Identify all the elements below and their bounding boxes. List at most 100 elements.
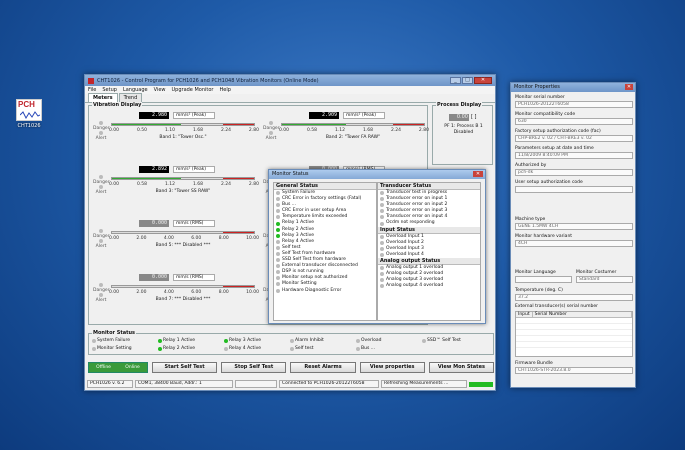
status-led-icon xyxy=(380,252,384,257)
stop-self-test-button[interactable]: Stop Self Test xyxy=(221,361,287,373)
refresh-progress xyxy=(469,381,493,387)
property-value[interactable]: PCH1026-20122T6058 xyxy=(515,101,633,108)
property-value[interactable]: GENE 1.5MW 4CH xyxy=(515,223,633,230)
property-value[interactable]: 630 xyxy=(515,118,633,125)
status-label: SSD™ Self Test xyxy=(427,338,461,343)
view-properties-button[interactable]: View properties xyxy=(359,361,425,373)
button-row: Offline Online Start Self Test Stop Self… xyxy=(88,360,495,374)
property-field: Monitor serial number PCH1026-20122T6058 xyxy=(515,95,633,108)
status-led-icon xyxy=(158,338,162,343)
status-version: PCH1026 v. 6.2 xyxy=(87,380,133,388)
status-led-icon xyxy=(380,203,384,208)
app-icon xyxy=(88,77,94,84)
scale-tick-label: 0.00 xyxy=(109,290,120,295)
language-field[interactable] xyxy=(515,276,572,283)
band-value: 2.892 xyxy=(139,166,169,173)
property-value[interactable] xyxy=(515,186,633,193)
online-toggle[interactable]: Offline Online xyxy=(88,361,148,373)
scale-tick-label: 1.12 xyxy=(164,182,175,187)
danger-label: Danger xyxy=(263,126,280,131)
process-unit: [ ] xyxy=(471,114,477,120)
property-field: Temperature (deg. C) 37.2 xyxy=(515,288,633,301)
start-self-test-button[interactable]: Start Self Test xyxy=(152,361,218,373)
status-led-icon xyxy=(92,338,96,343)
band-scale: 0.00 2.00 4.00 6.00 8.00 10.00 xyxy=(109,236,259,241)
status-led-icon xyxy=(276,221,280,226)
dialog-title: Monitor Status xyxy=(272,171,309,177)
menu-upgrade-monitor[interactable]: Upgrade Monitor xyxy=(172,87,214,93)
property-field: User setup authorization code xyxy=(515,180,633,193)
danger-zone xyxy=(392,124,424,125)
status-led-icon xyxy=(356,346,360,351)
serial-table-caption: External transducer(s) serial number xyxy=(515,304,633,310)
serial-table[interactable]: Input Serial Number xyxy=(515,311,633,357)
band-name: Band 5: *** Disabled *** xyxy=(155,243,211,248)
property-value[interactable]: 11/8/2009 8:40:09 PM xyxy=(515,152,633,159)
dialog-close-button[interactable]: ✕ xyxy=(473,171,483,177)
status-label: Monitor Setting xyxy=(97,346,132,351)
scale-tick-label: 6.00 xyxy=(191,290,202,295)
danger-label: Danger xyxy=(93,288,110,293)
costumer-field[interactable]: Standard xyxy=(576,276,633,283)
properties-title: Monitor Properties xyxy=(514,84,560,90)
menu-help[interactable]: Help xyxy=(219,87,230,93)
offline-option[interactable]: Offline xyxy=(96,365,111,370)
desktop-shortcut[interactable]: PCH CHT1026 xyxy=(14,99,44,129)
status-led-icon xyxy=(276,209,280,214)
status-label: Bus ... xyxy=(361,346,376,351)
monitor-status-item: System Failure xyxy=(92,338,130,343)
property-value[interactable]: CHT1026-STR-2023.8.0 xyxy=(515,367,633,374)
menu-view[interactable]: View xyxy=(154,87,166,93)
scale-tick-label: 0.00 xyxy=(109,236,120,241)
logo-text: PCH xyxy=(18,100,35,109)
close-button[interactable]: ✕ xyxy=(474,77,492,84)
property-field: Factory setup authorization code (fac) CH… xyxy=(515,129,633,142)
danger-dot-icon xyxy=(99,283,103,287)
scale-tick-label: 0.00 xyxy=(279,128,290,133)
online-option[interactable]: Online xyxy=(125,365,140,370)
status-led-icon xyxy=(380,265,384,270)
property-value[interactable]: CHP-BRE2 v. 02 / CHT-BRE3 v. 02 xyxy=(515,135,633,142)
monitor-status-item: Monitor Setting xyxy=(92,346,132,351)
view-mon-states-button[interactable]: View Mon States xyxy=(428,361,495,373)
scale-tick-label: 1.68 xyxy=(192,128,203,133)
property-value[interactable]: pch-dk xyxy=(515,169,633,176)
status-label: Self test xyxy=(295,346,314,351)
property-field: Parameters setup at date and time 11/8/20… xyxy=(515,146,633,159)
scale-tick-label: 1.10 xyxy=(164,128,175,133)
status-label: Analog output 4 overload xyxy=(386,283,444,289)
table-row xyxy=(516,342,632,348)
tab-meters[interactable]: Meters xyxy=(88,93,118,102)
danger-label: Danger xyxy=(93,180,110,185)
band-scale: 0.00 2.00 4.00 6.00 8.00 10.00 xyxy=(109,290,259,295)
property-value[interactable]: 37.2 xyxy=(515,294,633,301)
scale-tick-label: 2.24 xyxy=(390,128,401,133)
vibration-band: 2.909 mm/s² (Peak) Danger Alert 0.00 0.58 1.12… xyxy=(261,110,429,145)
band-unit: mm/s² (Peak) xyxy=(343,112,385,119)
status-led-icon xyxy=(380,221,384,226)
reset-alarms-button[interactable]: Reset Alarms xyxy=(290,361,356,373)
minimize-button[interactable]: _ xyxy=(450,77,461,84)
status-led-icon xyxy=(276,239,280,244)
list-item: Hardware Diagnostic Error xyxy=(274,288,376,294)
status-led-icon xyxy=(276,276,280,281)
danger-label: Danger xyxy=(93,126,110,131)
desktop: PCH CHT1026 CHT1026 - Control Program fo… xyxy=(6,6,679,444)
alert-dot-icon xyxy=(269,131,273,135)
status-led-icon xyxy=(276,227,280,232)
maximize-button[interactable]: □ xyxy=(462,77,473,84)
properties-close-button[interactable]: ✕ xyxy=(625,84,633,90)
tab-trend[interactable]: Trend xyxy=(118,93,143,102)
scale-tick-label: 1.68 xyxy=(192,182,203,187)
level-bar xyxy=(111,231,255,234)
status-led-icon xyxy=(380,191,384,196)
vibration-band: 0.000 mm/s (RMS) Danger Alert0.00 2.00 4.00 6.… xyxy=(91,272,259,307)
status-led-icon xyxy=(224,346,228,351)
vibration-display-label: Vibration Display xyxy=(92,102,143,108)
property-field: Authorized by pch-dk xyxy=(515,163,633,176)
right-status-column: Transducer Status Transducer test in pro… xyxy=(377,182,481,321)
property-value[interactable]: 4CH xyxy=(515,240,633,247)
scale-tick-label: 10.00 xyxy=(246,290,259,295)
status-led-icon xyxy=(356,338,360,343)
status-com: COM1, 38400 Baud, Addr.: 1 xyxy=(135,380,233,388)
